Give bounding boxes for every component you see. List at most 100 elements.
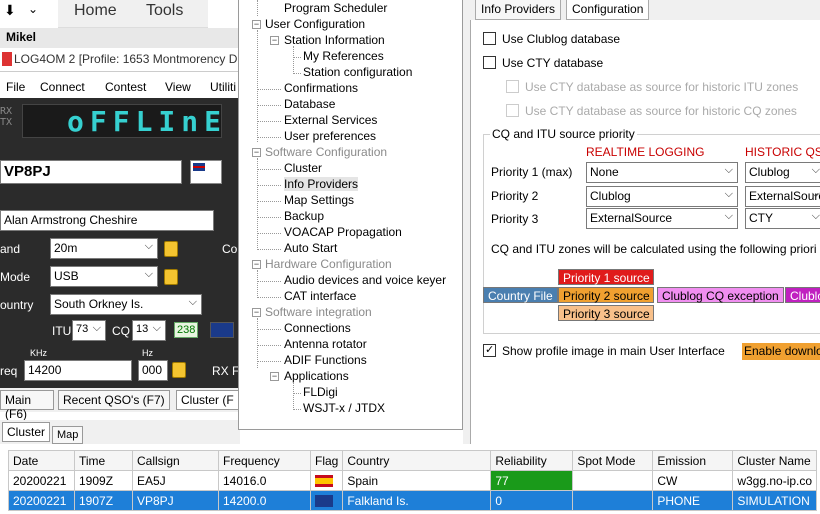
- mode-lock-icon[interactable]: [164, 269, 178, 285]
- freq-lock-icon[interactable]: [172, 362, 186, 378]
- tree-item-connections[interactable]: Connections: [284, 321, 351, 335]
- tree-item-software-integration[interactable]: Software integration: [265, 305, 372, 319]
- tree-item-auto-start[interactable]: Auto Start: [284, 241, 337, 255]
- tree-item-station-configuration[interactable]: Station configuration: [303, 65, 412, 79]
- priority-1-realtime-select[interactable]: None: [586, 162, 738, 183]
- tree-item-info-providers[interactable]: Info Providers: [284, 177, 359, 191]
- tree-item-antenna-rotator[interactable]: Antenna rotator: [284, 337, 367, 351]
- tree-item-user-preferences[interactable]: User preferences: [284, 129, 376, 143]
- tab-configuration[interactable]: Configuration: [566, 0, 650, 20]
- cty-itu-checkbox[interactable]: [506, 80, 519, 93]
- rx-indicator: RX: [0, 106, 13, 117]
- menu-contest[interactable]: Contest: [105, 80, 146, 94]
- table-row[interactable]: 20200221 1907Z VP8PJ 14200.0 Falkland Is…: [8, 490, 818, 511]
- tree-item-software-configuration[interactable]: Software Configuration: [265, 145, 387, 159]
- use-clublog-checkbox[interactable]: [483, 32, 496, 45]
- clublog-cq-exception-swatch: Clublog CQ exception: [657, 287, 784, 303]
- band-label: and: [0, 242, 21, 256]
- tree-item-confirmations[interactable]: Confirmations: [284, 81, 358, 95]
- subtab-map[interactable]: Map: [52, 426, 84, 444]
- rx-freq-label: RX F: [212, 364, 240, 378]
- menu-file[interactable]: File: [6, 80, 25, 94]
- chevron-down-icon[interactable]: ⌄: [28, 2, 38, 16]
- tab-recent-qsos[interactable]: Recent QSO's (F7): [58, 390, 170, 410]
- collapse-icon[interactable]: −: [252, 20, 261, 29]
- tree-item-station-information[interactable]: Station Information: [284, 33, 385, 47]
- freq-label: req: [0, 364, 18, 378]
- show-profile-image-checkbox[interactable]: [483, 343, 496, 357]
- cty-cq-checkbox[interactable]: [506, 104, 519, 117]
- tab-cluster[interactable]: Cluster (F: [176, 390, 240, 410]
- ribbon-tab-tools[interactable]: Tools: [146, 2, 183, 20]
- callsign-input[interactable]: VP8PJ: [0, 160, 182, 184]
- tree-item-external-services[interactable]: External Services: [284, 113, 377, 127]
- small-flag-icon: [210, 322, 234, 338]
- cty-itu-label: Use CTY database as source for historic …: [525, 80, 799, 94]
- subtab-cluster[interactable]: Cluster: [2, 422, 51, 442]
- cell-frequency: 14200.0: [218, 490, 311, 511]
- ribbon-tab-home[interactable]: Home: [74, 2, 117, 20]
- frequency-khz-input[interactable]: 14200: [24, 360, 132, 381]
- priority-2-realtime-select[interactable]: Clublog: [586, 186, 738, 207]
- collapse-icon[interactable]: −: [252, 260, 261, 269]
- tree-item-fldigi[interactable]: FLDigi: [303, 385, 338, 399]
- tree-item-user-configuration[interactable]: User Configuration: [265, 17, 365, 31]
- col-flag[interactable]: Flag: [309, 450, 344, 471]
- col-country[interactable]: Country: [342, 450, 492, 471]
- collapse-icon[interactable]: −: [252, 308, 261, 317]
- collapse-icon[interactable]: −: [270, 372, 279, 381]
- tree-item-map-settings[interactable]: Map Settings: [284, 193, 354, 207]
- explorer-row: Mikel: [0, 28, 240, 48]
- band-lock-icon[interactable]: [164, 241, 178, 257]
- tree-item-my-references[interactable]: My References: [303, 49, 384, 63]
- priority-2-historic-select[interactable]: ExternalSource: [745, 186, 820, 207]
- priority-1-historic-select[interactable]: Clublog: [745, 162, 820, 183]
- tree-item-database[interactable]: Database: [284, 97, 335, 111]
- frequency-hz-input[interactable]: 000: [138, 360, 168, 381]
- use-cty-checkbox[interactable]: [483, 56, 496, 69]
- tab-info-providers[interactable]: Info Providers: [475, 0, 562, 20]
- tree-item-adif-functions[interactable]: ADIF Functions: [284, 353, 367, 367]
- tree-item-hardware-configuration[interactable]: Hardware Configuration: [265, 257, 392, 271]
- menu-view[interactable]: View: [165, 80, 191, 94]
- tree-item-backup[interactable]: Backup: [284, 209, 324, 223]
- menu-utilities[interactable]: Utiliti: [210, 80, 236, 94]
- tab-main[interactable]: Main (F6): [0, 390, 54, 421]
- realtime-logging-header: REALTIME LOGGING: [586, 145, 705, 159]
- tree-item-wsjtx-jtdx[interactable]: WSJT-x / JTDX: [303, 401, 385, 415]
- historic-qso-header: HISTORIC QSO: [745, 145, 820, 159]
- group-title: CQ and ITU source priority: [490, 127, 637, 141]
- tree-item-cluster[interactable]: Cluster: [284, 161, 322, 175]
- priority-3-label: Priority 3: [491, 212, 539, 226]
- col-reliability[interactable]: Reliability: [490, 450, 574, 471]
- priority-3-historic-select[interactable]: CTY: [745, 208, 820, 229]
- table-row[interactable]: 20200221 1909Z EA5J 14016.0 Spain 77 CW …: [8, 470, 818, 491]
- col-date[interactable]: Date: [8, 450, 75, 471]
- tree-item-cat-interface[interactable]: CAT interface: [284, 289, 356, 303]
- tree-item-audio-devices[interactable]: Audio devices and voice keyer: [284, 273, 446, 287]
- col-spot-mode[interactable]: Spot Mode: [572, 450, 654, 471]
- name-input[interactable]: Alan Armstrong Cheshire: [0, 210, 214, 231]
- col-cluster-name[interactable]: Cluster Name: [732, 450, 818, 471]
- itu-select[interactable]: 73: [72, 320, 106, 341]
- priority-3-realtime-select[interactable]: ExternalSource: [586, 208, 738, 229]
- collapse-icon[interactable]: −: [270, 36, 279, 45]
- col-frequency[interactable]: Frequency: [218, 450, 311, 471]
- country-select[interactable]: South Orkney Is.: [50, 294, 202, 315]
- tree-item-program-scheduler[interactable]: Program Scheduler: [284, 1, 387, 15]
- tree-item-applications[interactable]: Applications: [284, 369, 349, 383]
- down-arrow-icon[interactable]: ⬇: [4, 2, 16, 19]
- band-select[interactable]: 20m: [50, 238, 158, 259]
- col-time[interactable]: Time: [74, 450, 133, 471]
- cq-label: CQ: [112, 324, 130, 338]
- tree-item-voacap-propagation[interactable]: VOACAP Propagation: [284, 225, 402, 239]
- col-callsign[interactable]: Callsign: [132, 450, 219, 471]
- cell-frequency: 14016.0: [218, 470, 311, 491]
- col-emission[interactable]: Emission: [652, 450, 734, 471]
- collapse-icon[interactable]: −: [252, 148, 261, 157]
- calc-description: CQ and ITU zones will be calculated usin…: [491, 242, 817, 256]
- menu-connect[interactable]: Connect: [40, 80, 85, 94]
- cq-select[interactable]: 13: [132, 320, 166, 341]
- enable-download-button[interactable]: Enable downlo: [742, 343, 820, 360]
- mode-select[interactable]: USB: [50, 266, 158, 287]
